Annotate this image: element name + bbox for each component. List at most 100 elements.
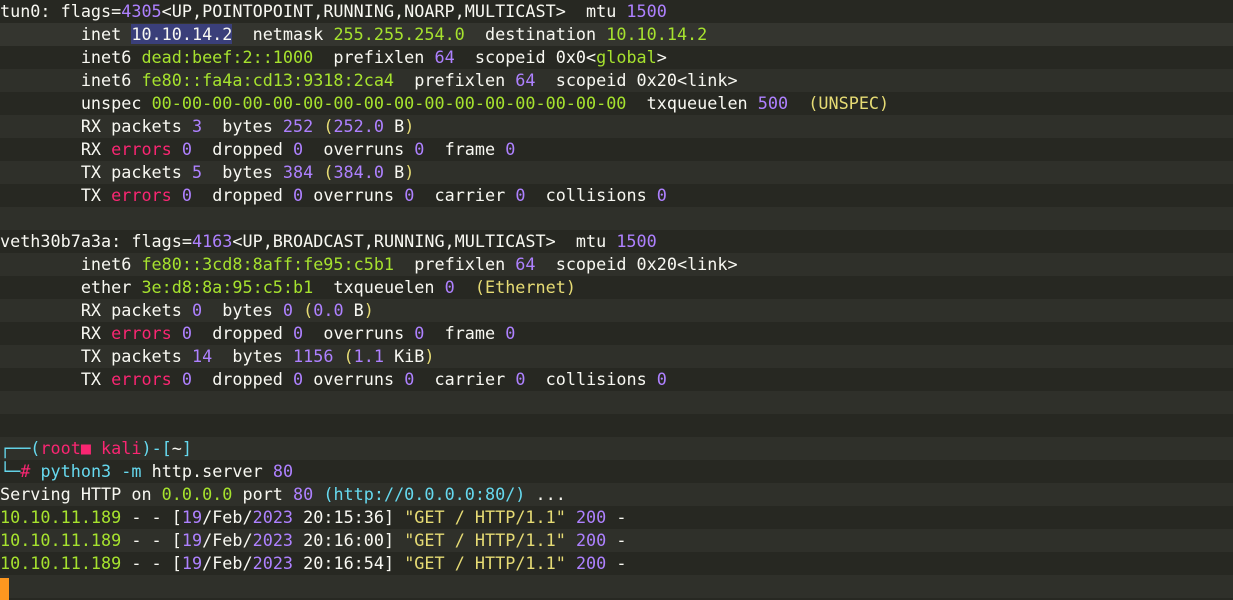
terminal-line: veth30b7a3a: flags=4163<UP,BROADCAST,RUN… (0, 230, 1233, 253)
terminal-line: 10.10.11.189 - - [19/Feb/2023 20:15:36] … (0, 506, 1233, 529)
terminal-line: 10.10.11.189 - - [19/Feb/2023 20:16:54] … (0, 552, 1233, 575)
terminal-text: ... (525, 484, 566, 504)
terminal-text: bytes (202, 116, 283, 136)
terminal-line: inet6 fe80::fa4a:cd13:9318:2ca4 prefixle… (0, 69, 1233, 92)
terminal-text: 19 (181, 507, 203, 527)
terminal-text: - - [ (121, 507, 182, 527)
terminal-text: 4305 (121, 1, 162, 21)
terminal-line: inet6 dead:beef:2::1000 prefixlen 64 sco… (0, 46, 1233, 69)
terminal-line: inet 10.10.14.2 netmask 255.255.254.0 de… (0, 23, 1233, 46)
terminal-text: overruns (303, 139, 415, 159)
terminal-line (0, 575, 1233, 598)
terminal-text: carrier (414, 369, 516, 389)
terminal-line: 10.10.11.189 - - [19/Feb/2023 20:16:00] … (0, 529, 1233, 552)
terminal-line: TX packets 5 bytes 384 (384.0 B) (0, 161, 1233, 184)
terminal-text: <UP,POINTOPOINT,RUNNING,NOARP,MULTICAST>… (161, 1, 627, 21)
terminal-text: "GET / HTTP/1.1" (404, 530, 566, 550)
terminal-text: ] (181, 438, 192, 458)
terminal-window[interactable]: tun0: flags=4305<UP,POINTOPOINT,RUNNING,… (0, 0, 1233, 600)
terminal-text: 19 (181, 553, 203, 573)
terminal-text: 0 (414, 323, 425, 343)
terminal-line: RX packets 3 bytes 252 (252.0 B) (0, 115, 1233, 138)
terminal-text: overruns (303, 185, 405, 205)
terminal-text: 1.1 (353, 346, 384, 366)
terminal-text: 20:16:54] (293, 553, 405, 573)
terminal-text: 384.0 (333, 162, 384, 182)
terminal-line: TX errors 0 dropped 0 overruns 0 carrier… (0, 368, 1233, 391)
terminal-text: # (20, 461, 41, 481)
terminal-text: TX (0, 185, 112, 205)
terminal-text: 0 (515, 369, 526, 389)
terminal-text: 0 (404, 185, 415, 205)
terminal-text: dropped (191, 185, 294, 205)
terminal-text: netmask (232, 24, 334, 44)
terminal-text: errors (111, 369, 172, 389)
terminal-line: Serving HTTP on 0.0.0.0 port 80 (http://… (0, 483, 1233, 506)
terminal-text: errors (111, 139, 172, 159)
terminal-text: - (606, 507, 627, 527)
terminal-text: frame (424, 139, 506, 159)
terminal-text: 14 (191, 346, 213, 366)
terminal-text: fe80::3cd8:8aff:fe95:c5b1 (141, 254, 395, 274)
terminal-text: ) (404, 116, 415, 136)
terminal-text: dead:beef:2::1000 (141, 47, 314, 67)
terminal-text: 0.0.0.0 (161, 484, 233, 504)
terminal-line: ┌──(root■ kali)-[~] (0, 437, 1233, 460)
terminal-text: 200 (575, 553, 607, 573)
terminal-text: )-[ (141, 438, 172, 458)
terminal-text: 1156 (293, 346, 334, 366)
terminal-text: tun0: flags= (0, 1, 122, 21)
terminal-text: 64 (515, 70, 536, 90)
terminal-text: /Feb/ (202, 530, 253, 550)
terminal-text: 255.255.254.0 (333, 24, 465, 44)
terminal-line: unspec 00-00-00-00-00-00-00-00-00-00-00-… (0, 92, 1233, 115)
terminal-text: 252.0 (333, 116, 384, 136)
terminal-text: 0 (505, 139, 516, 159)
terminal-text: txqueuelen (313, 277, 445, 297)
terminal-text: 10.10.14.2 (606, 24, 708, 44)
terminal-text: 0 (293, 139, 304, 159)
terminal-text: B (383, 162, 405, 182)
terminal-text: 0 (181, 185, 192, 205)
terminal-line: tun0: flags=4305<UP,POINTOPOINT,RUNNING,… (0, 0, 1233, 23)
terminal-line (0, 391, 1233, 414)
terminal-text: B (383, 116, 405, 136)
terminal-text: B (343, 300, 364, 320)
selected-text: 10.10.14.2 (131, 24, 233, 44)
terminal-text: "GET / HTTP/1.1" (404, 553, 566, 573)
terminal-text: 0 (181, 323, 192, 343)
terminal-line: RX errors 0 dropped 0 overruns 0 frame 0 (0, 322, 1233, 345)
terminal-text: 80 (293, 484, 314, 504)
terminal-text: collisions (525, 185, 657, 205)
terminal-text: ether (0, 277, 142, 297)
terminal-text: errors (111, 185, 172, 205)
terminal-text: veth30b7a3a: flags= (0, 231, 192, 251)
terminal-text: ( (323, 162, 334, 182)
terminal-text: prefixlen (313, 47, 435, 67)
terminal-text: TX packets (0, 346, 192, 366)
terminal-text: 200 (575, 507, 607, 527)
terminal-text: 10.10.11.189 (0, 507, 122, 527)
terminal-text: ┌──( (0, 438, 41, 458)
terminal-text: ( (303, 300, 314, 320)
terminal-text: scopeid 0x0< (454, 47, 597, 67)
terminal-text: (http://0.0.0.0:80/) (323, 484, 526, 504)
terminal-text: ~ (171, 438, 182, 458)
terminal-text: 200 (575, 530, 607, 550)
terminal-text: 80 (272, 461, 294, 481)
terminal-text: 64 (434, 47, 455, 67)
terminal-text: inet6 (0, 70, 142, 90)
terminal-text: 5 (191, 162, 203, 182)
terminal-text: carrier (414, 185, 516, 205)
terminal-text: errors (111, 323, 172, 343)
terminal-text: ( (343, 346, 354, 366)
